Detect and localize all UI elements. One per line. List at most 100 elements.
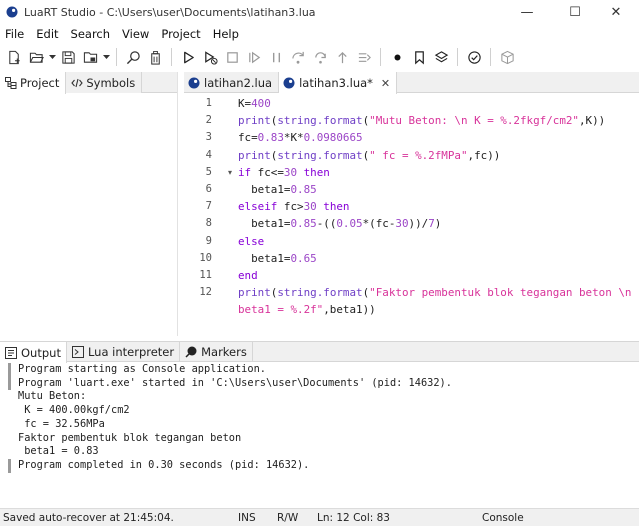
tab-latihan2[interactable]: latihan2.lua: [184, 72, 280, 93]
code-symbols-icon: [71, 78, 84, 87]
tab-project[interactable]: Project: [0, 72, 67, 94]
step-into-icon[interactable]: [309, 46, 331, 68]
code-line: fc=0.83*K*0.0980665: [238, 129, 363, 146]
code-token: string.format: [277, 286, 363, 300]
search-icon[interactable]: [122, 46, 144, 68]
code-line: print(string.format("Faktor pembentuk bl…: [238, 284, 631, 301]
debug-icon[interactable]: [199, 46, 221, 68]
close-tab-icon[interactable]: ✕: [381, 77, 390, 90]
output-line: K = 400.00kgf/cm2: [18, 404, 130, 417]
tab-project-label: Project: [20, 76, 60, 90]
code-token: 30: [283, 165, 298, 179]
close-window-button[interactable]: ✕: [593, 0, 639, 24]
save-icon[interactable]: [57, 46, 79, 68]
status-app-type: Console: [482, 512, 524, 524]
toolbar-separator: [457, 48, 458, 66]
output-line: fc = 32.56MPa: [18, 417, 105, 430]
code-token: then: [303, 165, 330, 179]
package-icon[interactable]: [496, 46, 518, 68]
code-token: 0.85: [290, 183, 317, 196]
output-line: Faktor pembentuk blok tegangan beton: [18, 431, 242, 444]
maximize-button[interactable]: ☐: [552, 0, 598, 24]
new-file-icon[interactable]: [3, 46, 25, 68]
tab-latihan3[interactable]: latihan3.lua* ✕: [279, 72, 398, 94]
chevron-down-icon[interactable]: [47, 46, 57, 68]
menu-project[interactable]: Project: [155, 27, 206, 41]
code-token: beta1=: [238, 251, 291, 265]
tab-symbols[interactable]: Symbols: [66, 72, 143, 93]
status-read-write: R/W: [277, 512, 299, 524]
code-token: K=: [238, 97, 252, 110]
menu-edit[interactable]: Edit: [30, 27, 64, 41]
fold-marker-icon[interactable]: ▾: [228, 164, 236, 181]
step-out-icon[interactable]: [331, 46, 353, 68]
code-token: print: [238, 114, 271, 128]
code-token: ,beta1)): [323, 303, 376, 317]
check-icon[interactable]: [463, 46, 485, 68]
menu-view[interactable]: View: [116, 27, 155, 41]
open-folder-icon[interactable]: [25, 46, 47, 68]
line-number: 9: [205, 234, 212, 247]
output-console[interactable]: Program starting as Console application.…: [0, 363, 639, 508]
code-token: "Mutu Beton: \n K = %.2fkgf/cm2": [369, 114, 579, 128]
toolbar: [0, 44, 639, 70]
line-number: 2: [205, 114, 212, 127]
code-token: ,K)): [579, 114, 606, 128]
code-token: string.format: [277, 148, 363, 162]
step-icon[interactable]: [243, 46, 265, 68]
tab-output-label: Output: [21, 345, 61, 360]
chevron-down-icon[interactable]: [101, 46, 111, 68]
code-line: else: [238, 233, 264, 250]
markers-icon: [185, 346, 197, 358]
line-number: 8: [205, 217, 212, 230]
code-token: " fc = %.2fMPa": [369, 148, 468, 162]
status-bar: Saved auto-recover at 21:45:04. INS R/W …: [0, 508, 639, 526]
line-number: 7: [205, 200, 212, 213]
output-line: Program 'luart.exe' started in 'C:\Users…: [18, 376, 452, 389]
code-token: 0.83: [257, 131, 284, 145]
tab-markers[interactable]: Markers: [180, 342, 253, 362]
menu-help[interactable]: Help: [207, 27, 245, 41]
code-line: print(string.format(" fc = %.2fMPa",fc)): [238, 147, 500, 164]
code-token: then: [323, 200, 350, 214]
output-icon: [5, 346, 17, 359]
project-folder-icon[interactable]: [79, 46, 101, 68]
toolbar-separator: [380, 48, 381, 66]
step-over-icon[interactable]: [287, 46, 309, 68]
menu-search[interactable]: Search: [65, 27, 117, 41]
code-token: 0.0980665: [303, 131, 363, 145]
code-token: ))/: [408, 217, 429, 231]
toolbar-separator: [116, 48, 117, 66]
watch-icon[interactable]: [353, 46, 375, 68]
menu-file[interactable]: File: [0, 27, 30, 41]
output-line: beta1 = 0.83: [18, 445, 99, 458]
project-panel: Project Symbols: [0, 72, 178, 336]
minimize-button[interactable]: —: [504, 0, 550, 24]
code-line: elseif fc>30 then: [238, 198, 350, 215]
stop-icon[interactable]: [221, 46, 243, 68]
code-token: beta1=: [238, 217, 291, 231]
output-marker: [8, 376, 11, 391]
code-editor[interactable]: 1 2 3 4 5 6 7 8 9 10 11 12 ▾ K=400 print(string.forma…: [184, 94, 639, 336]
bookmark-icon[interactable]: [408, 46, 430, 68]
terminal-icon: [71, 346, 84, 358]
tab-output[interactable]: Output: [0, 342, 67, 363]
window-title: LuaRT Studio - C:\Users\user\Documents\l…: [24, 5, 316, 19]
output-line: Mutu Beton:: [18, 390, 87, 403]
pause-icon[interactable]: [265, 46, 287, 68]
layers-icon[interactable]: [430, 46, 452, 68]
line-number: 1: [205, 97, 212, 109]
lua-file-icon: [188, 77, 200, 88]
code-token: beta1 = %.2f": [238, 303, 324, 317]
status-cursor-position: Ln: 12 Col: 83: [317, 512, 390, 524]
code-line: if fc<=30 then: [238, 164, 330, 181]
output-line: Program starting as Console application.: [18, 363, 266, 375]
tab-markers-label: Markers: [201, 345, 247, 359]
line-number: 5: [205, 165, 212, 178]
run-icon[interactable]: [177, 46, 199, 68]
breakpoint-icon[interactable]: [386, 46, 408, 68]
clear-icon[interactable]: [144, 46, 166, 68]
code-token: fc>: [277, 200, 304, 214]
code-token: print: [238, 148, 271, 162]
tab-lua-interpreter[interactable]: Lua interpreter: [67, 342, 181, 362]
